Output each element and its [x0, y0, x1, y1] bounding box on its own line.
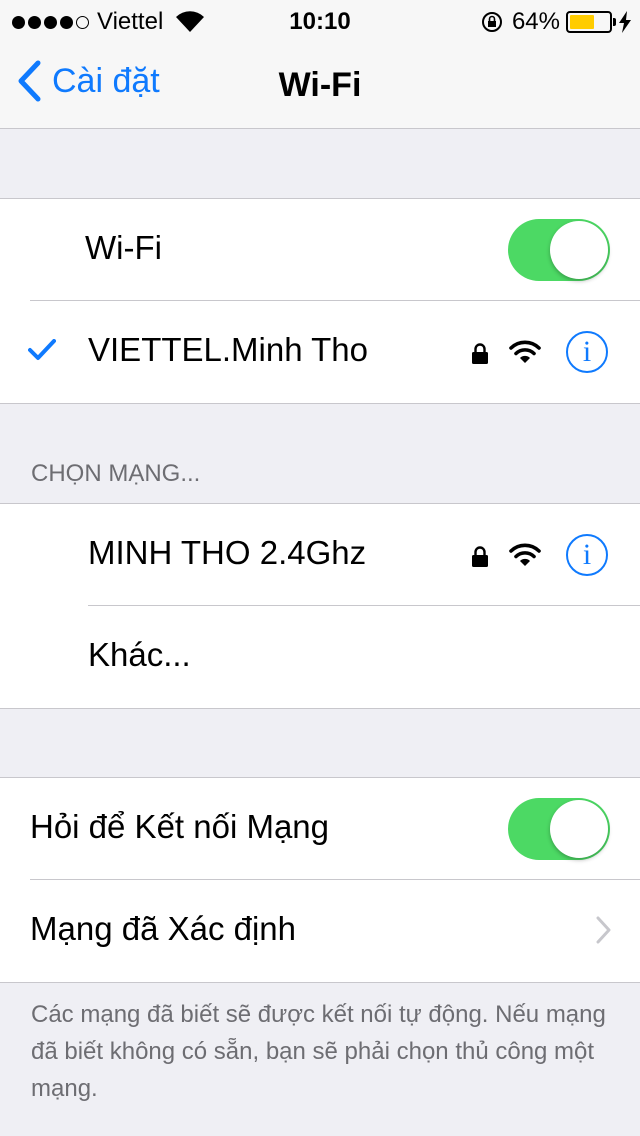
lock-icon: [472, 343, 488, 364]
battery-percent: 64%: [511, 8, 560, 35]
battery-icon: [566, 11, 616, 33]
ask-to-join-label: Hỏi để Kết nối Mạng: [30, 808, 330, 845]
lock-icon: [472, 546, 488, 567]
known-networks-row[interactable]: Mạng đã Xác định: [0, 880, 640, 982]
navigation-bar: Cài đặt Wi-Fi: [0, 40, 640, 129]
known-networks-label: Mạng đã Xác định: [30, 910, 297, 947]
charging-bolt-icon: [619, 11, 631, 33]
join-settings-group: Hỏi để Kết nối Mạng Mạng đã Xác định: [0, 777, 640, 983]
connected-network-row[interactable]: VIETTEL.Minh Tho i: [0, 301, 640, 403]
status-bar: Viettel 10:10 64%: [0, 0, 640, 40]
wifi-icon: [509, 340, 541, 363]
choose-network-group: MINH THO 2.4Ghz i Khác...: [0, 503, 640, 709]
wifi-icon: [509, 543, 541, 566]
chevron-right-icon: [596, 916, 611, 944]
footer-description: Các mạng đã biết sẽ được kết nối tự động…: [31, 1001, 606, 1102]
page-title: Wi-Fi: [278, 66, 362, 104]
status-right: 64%: [480, 8, 632, 36]
battery-fill: [570, 15, 595, 29]
toggle-knob: [550, 221, 608, 279]
wifi-toggle-label: Wi-Fi: [85, 229, 162, 266]
orientation-lock-icon: [481, 12, 502, 32]
network-info-button[interactable]: i: [566, 534, 608, 576]
wifi-toggle-row: Wi-Fi: [0, 199, 640, 301]
wifi-group: Wi-Fi VIETTEL.Minh Tho i: [0, 198, 640, 404]
network-name: MINH THO 2.4Ghz: [88, 534, 367, 571]
ask-to-join-toggle[interactable]: [508, 798, 610, 860]
checkmark-icon: [28, 339, 56, 360]
toggle-knob: [550, 800, 608, 858]
connected-network-name: VIETTEL.Minh Tho: [88, 331, 369, 368]
network-row[interactable]: MINH THO 2.4Ghz i: [0, 504, 640, 606]
wifi-toggle[interactable]: [508, 219, 610, 281]
other-network-label: Khác...: [88, 636, 191, 673]
ask-to-join-row: Hỏi để Kết nối Mạng: [0, 778, 640, 880]
choose-network-header: CHỌN MẠNG...: [31, 460, 201, 487]
network-info-button[interactable]: i: [566, 331, 608, 373]
other-network-row[interactable]: Khác...: [0, 606, 640, 708]
